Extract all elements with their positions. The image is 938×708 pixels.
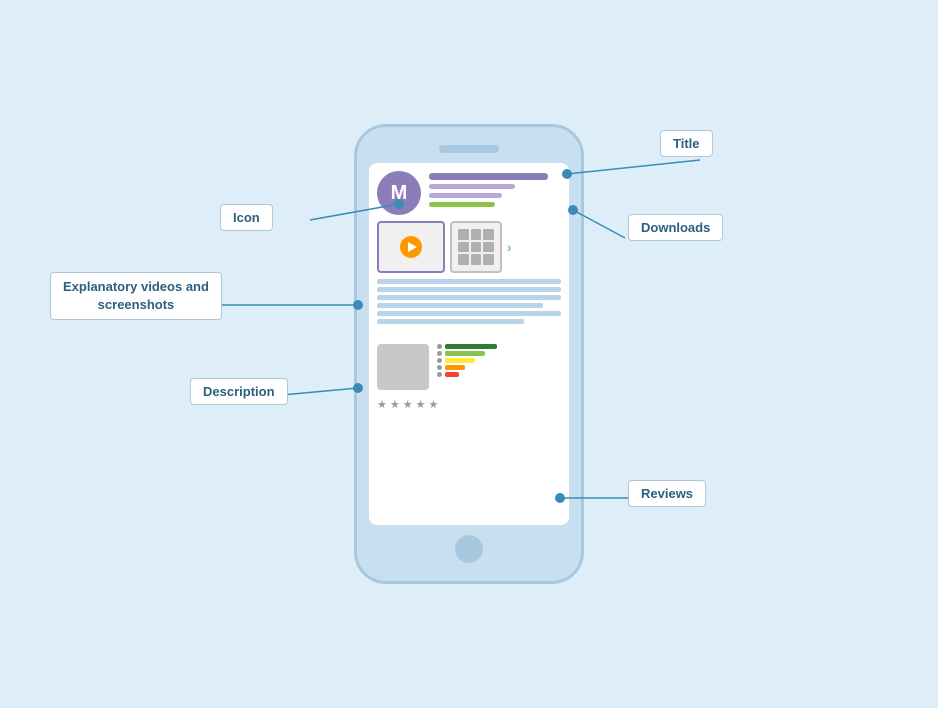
star-3: ★ bbox=[403, 398, 413, 411]
star-4: ★ bbox=[416, 398, 426, 411]
grid-cell bbox=[458, 254, 469, 265]
rating-row-1 bbox=[437, 372, 561, 377]
title-bar-3 bbox=[429, 193, 502, 198]
rating-dot bbox=[437, 344, 442, 349]
screenshot-grid bbox=[458, 229, 494, 265]
reviews-label-text: Reviews bbox=[641, 486, 693, 501]
desc-line bbox=[377, 303, 543, 308]
grid-cell bbox=[471, 242, 482, 253]
grid-cell bbox=[458, 229, 469, 240]
title-bar-1 bbox=[429, 173, 548, 180]
title-bar-2 bbox=[429, 184, 515, 189]
rating-bar-1 bbox=[445, 372, 459, 377]
description-connector-dot bbox=[353, 383, 363, 393]
grid-cell bbox=[458, 242, 469, 253]
app-title-area bbox=[429, 171, 561, 207]
app-header: M bbox=[377, 171, 561, 215]
phone-mockup: M bbox=[354, 124, 584, 584]
rating-row-5 bbox=[437, 344, 561, 349]
desc-line bbox=[377, 311, 561, 316]
phone-speaker bbox=[439, 145, 499, 153]
play-button[interactable] bbox=[400, 236, 422, 258]
reviews-label: Reviews bbox=[628, 480, 706, 507]
desc-line bbox=[377, 287, 561, 292]
rating-bars bbox=[437, 344, 561, 390]
play-triangle-icon bbox=[408, 242, 417, 252]
star-1: ★ bbox=[377, 398, 387, 411]
download-bar bbox=[429, 202, 495, 207]
title-label: Title bbox=[660, 130, 713, 157]
stars-row: ★ ★ ★ ★ ★ bbox=[377, 398, 561, 411]
video-thumbnail bbox=[377, 221, 445, 273]
grid-cell bbox=[483, 229, 494, 240]
review-image bbox=[377, 344, 429, 390]
rating-bar-3 bbox=[445, 358, 475, 363]
grid-cell bbox=[471, 229, 482, 240]
description-section bbox=[377, 279, 561, 324]
explanatory-label-text: Explanatory videos andscreenshots bbox=[63, 279, 209, 312]
explanatory-connector-dot bbox=[353, 300, 363, 310]
description-label: Description bbox=[190, 378, 288, 405]
rating-dot bbox=[437, 372, 442, 377]
grid-cell bbox=[483, 254, 494, 265]
rating-bar-4 bbox=[445, 351, 485, 356]
desc-line bbox=[377, 319, 524, 324]
icon-label: Icon bbox=[220, 204, 273, 231]
media-row: › bbox=[377, 221, 561, 273]
star-2: ★ bbox=[390, 398, 400, 411]
description-label-text: Description bbox=[203, 384, 275, 399]
desc-line bbox=[377, 279, 561, 284]
rating-row-4 bbox=[437, 351, 561, 356]
rating-bar-2 bbox=[445, 365, 465, 370]
downloads-label: Downloads bbox=[628, 214, 723, 241]
title-connector-dot bbox=[562, 169, 572, 179]
chevron-right-icon: › bbox=[507, 239, 512, 255]
grid-cell bbox=[471, 254, 482, 265]
reviews-section bbox=[377, 344, 561, 390]
rating-bar-5 bbox=[445, 344, 497, 349]
grid-cell bbox=[483, 242, 494, 253]
rating-dot bbox=[437, 358, 442, 363]
screenshot-thumbnail bbox=[450, 221, 502, 273]
explanatory-label: Explanatory videos andscreenshots bbox=[50, 272, 222, 320]
reviews-connector-dot bbox=[555, 493, 565, 503]
rating-row-3 bbox=[437, 358, 561, 363]
downloads-label-text: Downloads bbox=[641, 220, 710, 235]
icon-label-text: Icon bbox=[233, 210, 260, 225]
downloads-connector-dot bbox=[568, 205, 578, 215]
rating-dot bbox=[437, 351, 442, 356]
star-5: ★ bbox=[429, 398, 439, 411]
desc-line bbox=[377, 295, 561, 300]
phone-screen: M bbox=[369, 163, 569, 525]
rating-dot bbox=[437, 365, 442, 370]
spacer bbox=[377, 330, 561, 336]
rating-row-2 bbox=[437, 365, 561, 370]
icon-connector-dot bbox=[394, 199, 404, 209]
phone-home-button bbox=[455, 535, 483, 563]
title-label-text: Title bbox=[673, 136, 700, 151]
